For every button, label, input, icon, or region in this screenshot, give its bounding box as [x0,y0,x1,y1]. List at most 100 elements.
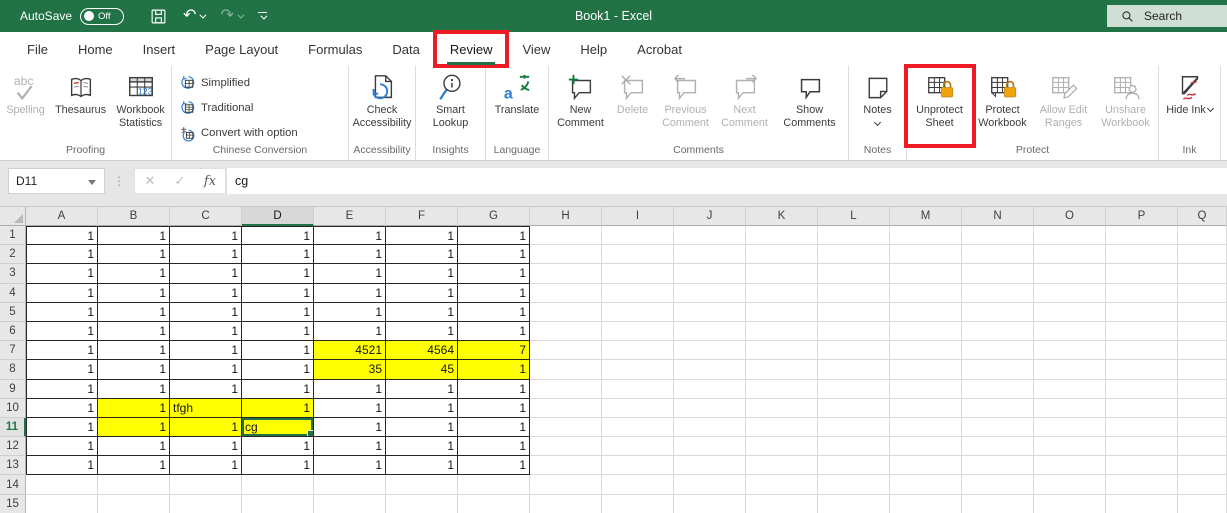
cell-q2[interactable] [1178,245,1227,265]
tab-home[interactable]: Home [63,32,128,66]
cell-l8[interactable] [818,360,890,380]
cell-e9[interactable]: 1 [314,379,386,399]
cell-c14[interactable] [170,475,242,495]
cell-e13[interactable]: 1 [314,456,386,476]
row-header-12[interactable]: 12 [0,437,26,457]
cell-i12[interactable] [602,437,674,457]
cell-b12[interactable]: 1 [98,437,170,457]
row-header-1[interactable]: 1 [0,226,26,246]
cell-j15[interactable] [674,494,746,513]
cell-d7[interactable]: 1 [242,341,314,361]
cell-j13[interactable] [674,456,746,476]
traditional-button[interactable]: Traditional [178,97,253,119]
cell-b7[interactable]: 1 [98,341,170,361]
cell-o1[interactable] [1034,226,1106,246]
cell-c1[interactable]: 1 [170,226,242,246]
cell-l2[interactable] [818,245,890,265]
cell-n7[interactable] [962,341,1034,361]
cell-a6[interactable]: 1 [26,321,98,342]
cell-c5[interactable]: 1 [170,302,242,322]
cell-m15[interactable] [890,494,962,513]
cell-q6[interactable] [1178,321,1227,342]
cell-m9[interactable] [890,379,962,399]
cell-k9[interactable] [746,379,818,399]
cell-p1[interactable] [1106,226,1178,246]
cell-h1[interactable] [530,226,602,246]
cell-p4[interactable] [1106,283,1178,303]
column-header-p[interactable]: P [1106,207,1178,226]
cell-h5[interactable] [530,302,602,322]
cell-k10[interactable] [746,398,818,418]
cell-c8[interactable]: 1 [170,360,242,380]
cell-o6[interactable] [1034,321,1106,342]
cell-n3[interactable] [962,264,1034,284]
cell-c7[interactable]: 1 [170,341,242,361]
cell-e11[interactable]: 1 [314,417,386,438]
cell-g3[interactable]: 1 [458,264,530,284]
cell-i2[interactable] [602,245,674,265]
cell-j4[interactable] [674,283,746,303]
cell-j5[interactable] [674,302,746,322]
cell-e1[interactable]: 1 [314,226,386,246]
cell-k5[interactable] [746,302,818,322]
tab-acrobat[interactable]: Acrobat [622,32,697,66]
cell-n10[interactable] [962,398,1034,418]
cell-g7[interactable]: 7 [458,341,530,361]
row-header-8[interactable]: 8 [0,360,26,380]
cell-l15[interactable] [818,494,890,513]
cell-j2[interactable] [674,245,746,265]
cell-c15[interactable] [170,494,242,513]
cell-j10[interactable] [674,398,746,418]
cell-o11[interactable] [1034,417,1106,438]
cell-i8[interactable] [602,360,674,380]
cell-m2[interactable] [890,245,962,265]
cell-d1[interactable]: 1 [242,226,314,246]
cell-k13[interactable] [746,456,818,476]
cell-q3[interactable] [1178,264,1227,284]
autosave-toggle[interactable]: Off [80,7,125,25]
cell-o2[interactable] [1034,245,1106,265]
check-accessibility-button[interactable]: Check Accessibility [352,68,412,144]
cell-f1[interactable]: 1 [386,226,458,246]
row-header-4[interactable]: 4 [0,283,26,303]
cell-a5[interactable]: 1 [26,302,98,322]
cell-d9[interactable]: 1 [242,379,314,399]
cell-m13[interactable] [890,456,962,476]
tab-review[interactable]: Review [432,30,510,68]
column-header-l[interactable]: L [818,207,890,226]
search-box[interactable]: Search [1107,5,1227,27]
cell-j8[interactable] [674,360,746,380]
cell-c12[interactable]: 1 [170,437,242,457]
cell-j7[interactable] [674,341,746,361]
cell-e6[interactable]: 1 [314,321,386,342]
cell-a13[interactable]: 1 [26,456,98,476]
cell-a1[interactable]: 1 [26,226,98,246]
unprotect-sheet-button[interactable]: Unprotect Sheet [903,64,976,148]
cell-c9[interactable]: 1 [170,379,242,399]
show-comments-button[interactable]: Show Comments [774,68,846,144]
cell-o7[interactable] [1034,341,1106,361]
cell-a3[interactable]: 1 [26,264,98,284]
column-header-q[interactable]: Q [1178,207,1227,226]
cell-c6[interactable]: 1 [170,321,242,342]
cell-a7[interactable]: 1 [26,341,98,361]
cell-f14[interactable] [386,475,458,495]
cell-n1[interactable] [962,226,1034,246]
cell-l13[interactable] [818,456,890,476]
row-header-7[interactable]: 7 [0,341,26,361]
cell-q1[interactable] [1178,226,1227,246]
cell-a10[interactable]: 1 [26,398,98,418]
cell-m12[interactable] [890,437,962,457]
cell-k14[interactable] [746,475,818,495]
cell-b2[interactable]: 1 [98,245,170,265]
cell-e5[interactable]: 1 [314,302,386,322]
cell-i7[interactable] [602,341,674,361]
protect-workbook-button[interactable]: Protect Workbook [972,68,1034,144]
cell-c4[interactable]: 1 [170,283,242,303]
cell-q14[interactable] [1178,475,1227,495]
smart-lookup-button[interactable]: Smart Lookup [421,68,481,144]
cell-f6[interactable]: 1 [386,321,458,342]
cell-f10[interactable]: 1 [386,398,458,418]
cell-a4[interactable]: 1 [26,283,98,303]
cell-e12[interactable]: 1 [314,437,386,457]
